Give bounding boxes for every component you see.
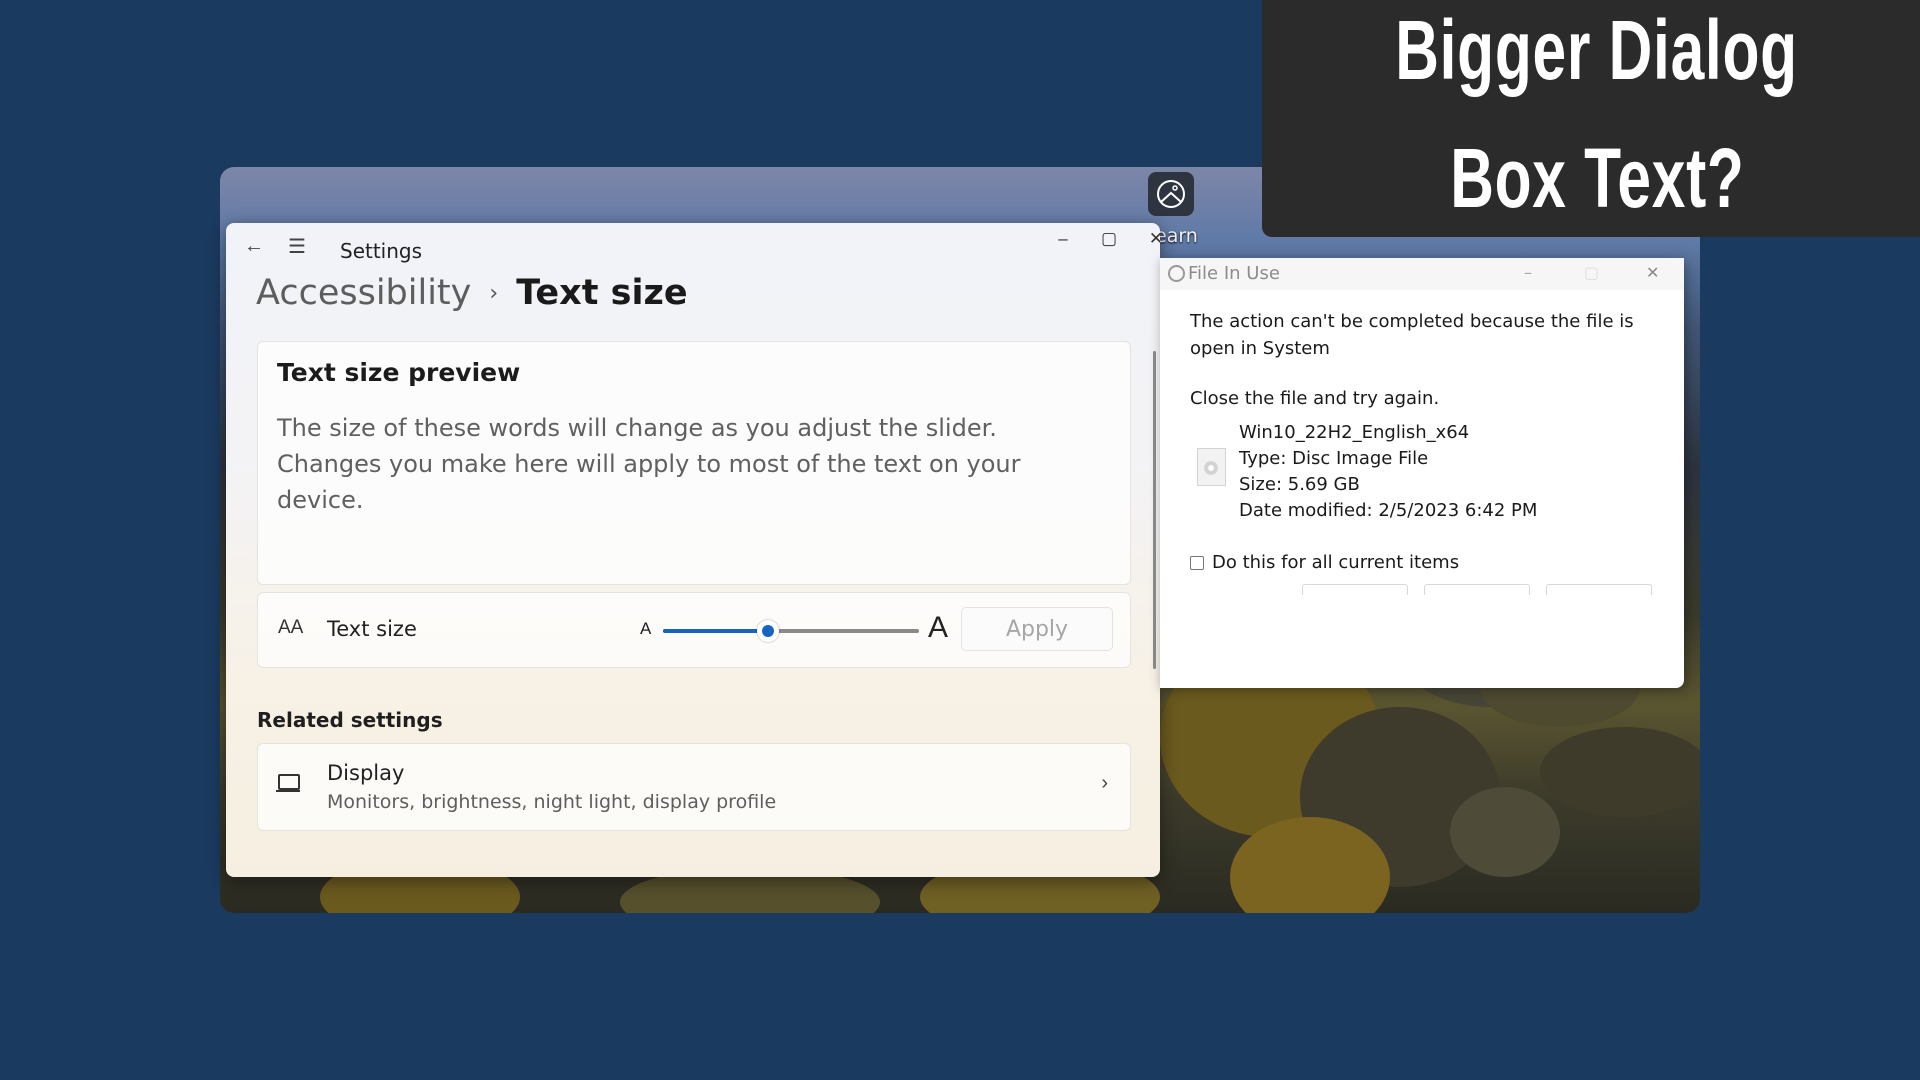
preview-title: Text size preview — [277, 358, 521, 387]
settings-window: ← ☰ Settings – ▢ ✕ Accessibility › Text … — [226, 223, 1160, 877]
do-this-for-all-checkbox[interactable]: Do this for all current items — [1190, 552, 1459, 573]
close-button[interactable]: ✕ — [1136, 229, 1160, 249]
display-title: Display — [327, 761, 405, 785]
text-size-preview-card: Text size preview The size of these word… — [257, 341, 1131, 585]
learn-app-label[interactable]: earn — [1155, 225, 1198, 247]
dialog-maximize-button[interactable]: ▢ — [1584, 263, 1599, 282]
dialog-button-2[interactable] — [1424, 584, 1530, 595]
breadcrumb: Accessibility › Text size — [256, 273, 688, 313]
breadcrumb-accessibility[interactable]: Accessibility — [256, 273, 471, 313]
text-size-icon: AA — [278, 617, 304, 638]
file-details: Win10_22H2_English_x64 Type: Disc Image … — [1239, 420, 1537, 524]
file-size: Size: 5.69 GB — [1239, 474, 1360, 495]
disc-image-file-icon — [1197, 448, 1226, 486]
maximize-button[interactable]: ▢ — [1089, 229, 1129, 249]
learn-app-icon[interactable] — [1148, 172, 1194, 216]
dialog-title: File In Use — [1188, 263, 1280, 284]
display-settings-link[interactable]: Display Monitors, brightness, night ligh… — [257, 743, 1131, 831]
preview-text: The size of these words will change as y… — [277, 414, 1021, 514]
wallpaper-rock — [1450, 787, 1560, 877]
dialog-minimize-button[interactable]: – — [1524, 263, 1532, 282]
hamburger-menu-icon[interactable]: ☰ — [288, 234, 306, 259]
page-title: Text size — [516, 273, 688, 313]
learn-icon — [1157, 180, 1185, 208]
headline-line-1: Bigger Dialog — [1395, 2, 1799, 97]
chevron-right-icon: › — [489, 280, 499, 306]
file-type: Type: Disc Image File — [1239, 448, 1429, 469]
file-name: Win10_22H2_English_x64 — [1239, 422, 1470, 443]
headline-banner: Bigger Dialog Box Text? — [1262, 0, 1920, 237]
text-size-slider[interactable] — [663, 620, 919, 642]
wallpaper-rock — [1540, 727, 1700, 817]
back-arrow-icon[interactable]: ← — [244, 235, 264, 258]
dialog-titlebar[interactable]: File In Use – ▢ ✕ — [1160, 258, 1684, 290]
related-settings-heading: Related settings — [257, 708, 443, 732]
large-a-icon: A — [928, 611, 949, 644]
file-date-modified: Date modified: 2/5/2023 6:42 PM — [1239, 500, 1538, 521]
small-a-icon: A — [640, 619, 652, 638]
file-in-use-dialog: File In Use – ▢ ✕ The action can't be co… — [1160, 258, 1684, 688]
settings-titlebar[interactable]: ← ☰ Settings – ▢ ✕ — [226, 223, 1160, 273]
apply-button[interactable]: Apply — [961, 607, 1113, 651]
chevron-right-icon: › — [1101, 772, 1108, 794]
laptop-icon — [276, 774, 300, 792]
dialog-button-3[interactable] — [1546, 584, 1652, 595]
checkbox-box[interactable] — [1190, 555, 1204, 570]
app-title: Settings — [340, 239, 423, 263]
minimize-button[interactable]: – — [1043, 229, 1083, 249]
headline-line-2: Box Text? — [1449, 130, 1745, 225]
dialog-button-1[interactable] — [1302, 584, 1408, 595]
dialog-instruction: Close the file and try again. — [1190, 388, 1440, 409]
clock-icon — [1168, 265, 1185, 282]
scrollbar[interactable] — [1153, 351, 1156, 669]
slider-fill — [663, 629, 768, 633]
dialog-close-button[interactable]: ✕ — [1646, 263, 1659, 282]
slider-thumb[interactable] — [756, 620, 779, 642]
display-subtitle: Monitors, brightness, night light, displ… — [327, 791, 777, 813]
text-size-row: AA Text size A A Apply — [257, 592, 1131, 668]
dialog-message: The action can't be completed because th… — [1190, 311, 1634, 359]
text-size-label: Text size — [327, 617, 417, 641]
checkbox-label: Do this for all current items — [1212, 552, 1460, 573]
